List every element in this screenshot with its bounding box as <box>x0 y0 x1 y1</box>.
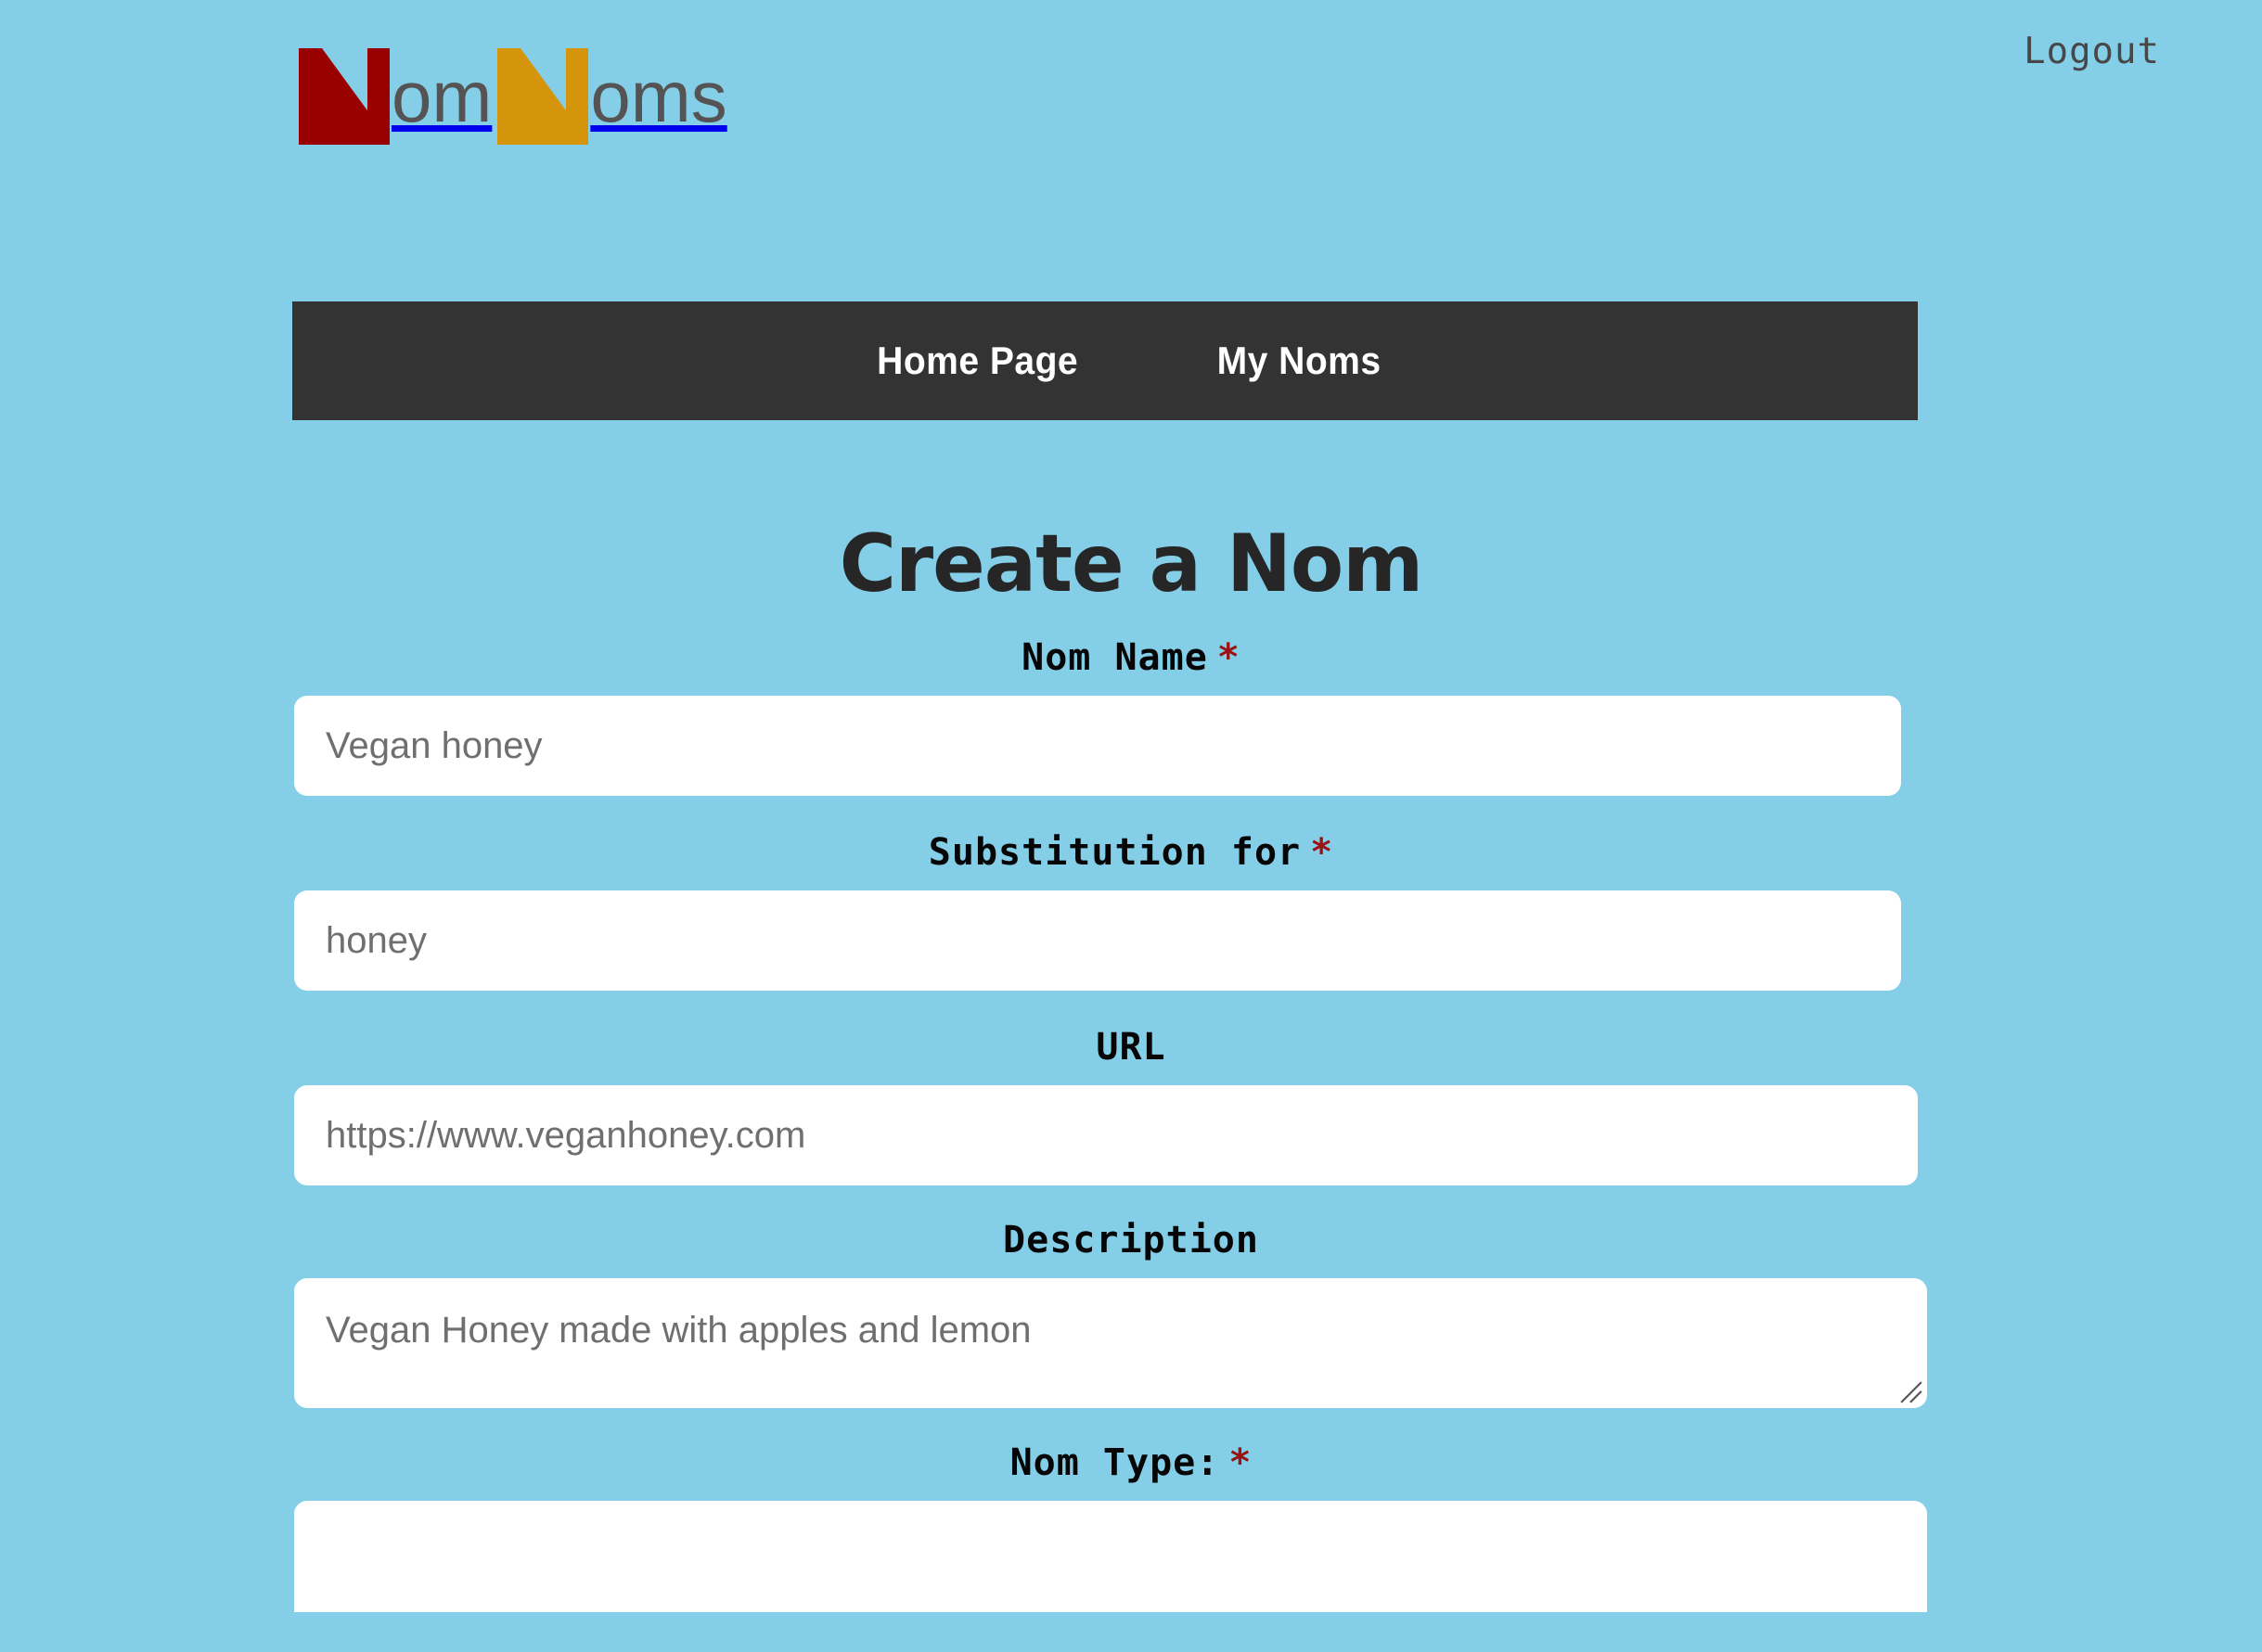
required-star-substitution-for: * <box>1310 831 1334 874</box>
label-nom-type: Nom Type: * <box>0 1441 2262 1484</box>
label-url-text: URL <box>1096 1026 1166 1069</box>
required-star-nom-name: * <box>1216 636 1240 679</box>
row-nom-type <box>0 1501 2262 1612</box>
substitution-for-input[interactable] <box>294 890 1901 991</box>
nom-name-input[interactable] <box>294 696 1901 796</box>
label-substitution-for: Substitution for * <box>0 831 2262 874</box>
logo-text-om: om <box>392 56 493 137</box>
main-navbar: Home Page My Noms <box>292 301 1918 420</box>
url-input[interactable] <box>294 1085 1918 1185</box>
navbar-links: Home Page My Noms <box>869 339 1386 383</box>
logo-n-gold-icon <box>497 48 589 145</box>
description-wrapper <box>294 1278 1927 1408</box>
page-header: om oms Logout <box>0 0 2262 182</box>
brand-logo[interactable]: om oms <box>299 43 727 145</box>
label-description: Description <box>0 1219 2262 1261</box>
create-nom-form: Nom Name* Substitution for* URL Descript… <box>0 636 2262 1612</box>
logo-text-oms: oms <box>590 56 727 137</box>
page-title: Create a Nom <box>839 517 1423 610</box>
row-substitution-for <box>0 890 2262 991</box>
label-substitution-for-text: Substitution for <box>928 831 1302 874</box>
label-nom-name: Nom Name * <box>0 636 2262 679</box>
nav-item-home-page[interactable]: Home Page <box>877 339 1078 383</box>
logout-link[interactable]: Logout <box>2024 31 2160 72</box>
label-nom-type-text: Nom Type: <box>1009 1441 1220 1484</box>
row-description <box>0 1278 2262 1408</box>
label-url: URL <box>0 1026 2262 1069</box>
nom-type-select[interactable] <box>294 1501 1927 1612</box>
nav-item-my-noms[interactable]: My Noms <box>1216 339 1381 383</box>
required-star-nom-type: * <box>1228 1441 1253 1484</box>
label-description-text: Description <box>1003 1219 1259 1261</box>
label-nom-name-text: Nom Name <box>1022 636 1208 679</box>
row-url <box>0 1085 2262 1185</box>
description-textarea[interactable] <box>294 1278 1927 1408</box>
logo-n-red-icon <box>299 48 390 145</box>
row-nom-name <box>0 696 2262 796</box>
